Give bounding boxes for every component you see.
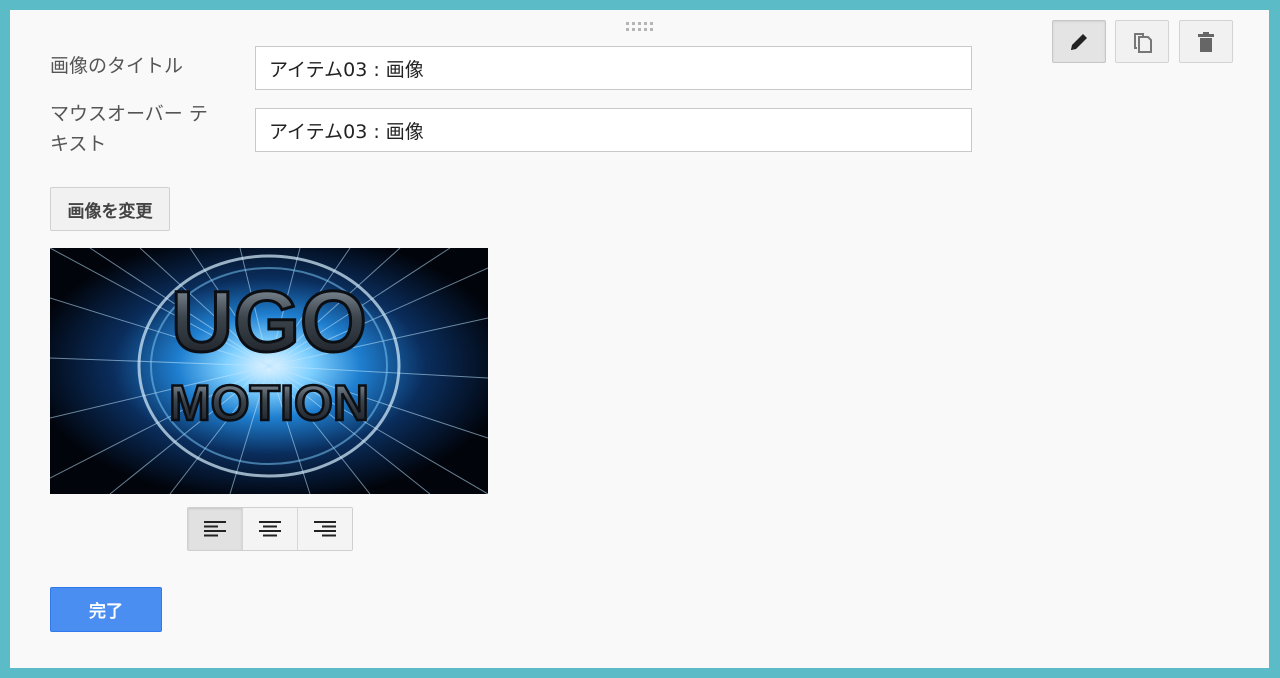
duplicate-button[interactable] — [1115, 20, 1169, 63]
align-left-button[interactable] — [188, 508, 243, 550]
hover-text-label: マウスオーバー テ キスト — [50, 100, 208, 158]
delete-button[interactable] — [1179, 20, 1233, 63]
change-image-button[interactable]: 画像を変更 — [50, 187, 170, 231]
edit-button[interactable] — [1052, 20, 1106, 63]
hover-text-label-line2: キスト — [50, 133, 107, 155]
align-right-button[interactable] — [298, 508, 352, 550]
image-preview: UGO MOTION — [50, 248, 488, 494]
alignment-group — [187, 507, 353, 551]
image-title-label: 画像のタイトル — [50, 55, 184, 77]
align-center-button[interactable] — [243, 508, 298, 550]
ugo-motion-image: UGO MOTION — [50, 248, 488, 494]
hover-text-input[interactable] — [255, 108, 972, 152]
trash-icon — [1198, 31, 1214, 52]
align-left-icon — [204, 521, 226, 537]
align-center-icon — [259, 521, 281, 537]
drag-handle[interactable] — [626, 22, 656, 34]
done-button[interactable]: 完了 — [50, 587, 162, 632]
align-right-icon — [314, 521, 336, 537]
image-title-input[interactable] — [255, 46, 972, 90]
hover-text-label-line1: マウスオーバー テ — [50, 103, 208, 125]
image-editor-panel: 画像のタイトル マウスオーバー テ キスト 画像を変更 — [10, 10, 1269, 668]
pencil-icon — [1071, 33, 1087, 50]
logo-text-line2: MOTION — [169, 375, 369, 431]
copy-icon — [1134, 32, 1152, 53]
logo-text-line1: UGO — [171, 274, 367, 370]
